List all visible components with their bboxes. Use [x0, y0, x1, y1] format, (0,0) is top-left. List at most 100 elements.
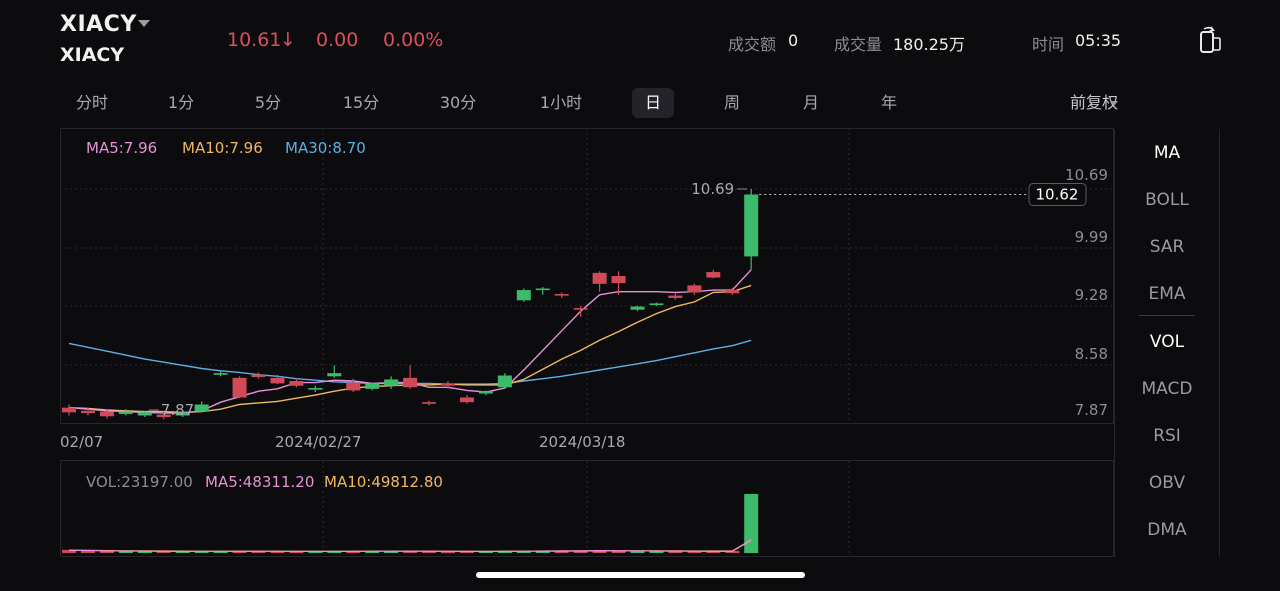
y-tick-label: 10.69	[1065, 166, 1108, 184]
price-change-pct: 0.00%	[383, 29, 444, 51]
indicator-sar[interactable]: SAR	[1115, 237, 1219, 257]
volume-value: 180.25万	[893, 35, 965, 54]
candle-body	[308, 388, 323, 390]
indicator-divider	[1139, 315, 1195, 316]
indicator-vol[interactable]: VOL	[1115, 332, 1219, 352]
candle-body	[630, 306, 645, 310]
tab-1min[interactable]: 1分	[156, 88, 206, 118]
candle	[365, 382, 380, 391]
x-tick-label: 02/07	[60, 433, 103, 451]
chart-grid	[60, 128, 1114, 557]
indicator-ma[interactable]: MA	[1115, 143, 1219, 163]
price-change: 0.00	[316, 29, 359, 51]
tab-15min[interactable]: 15分	[331, 88, 391, 118]
indicator-obv[interactable]: OBV	[1115, 473, 1219, 493]
candle-body	[441, 383, 455, 386]
time-value: 05:35	[1075, 31, 1122, 50]
tab-timeshare[interactable]: 分时	[62, 88, 122, 118]
candle-body	[270, 377, 285, 384]
candle	[630, 305, 645, 312]
candle-body	[365, 383, 380, 389]
candles	[62, 189, 759, 420]
legend-ma5: MA5:7.96	[86, 139, 157, 157]
candle-body	[497, 375, 512, 388]
tab-year[interactable]: 年	[868, 88, 910, 118]
ma10-line	[68, 284, 752, 414]
candle-body	[213, 373, 228, 375]
volume-bar	[744, 494, 759, 553]
y-tick-label: 7.87	[1075, 401, 1108, 419]
candle	[744, 189, 759, 270]
indicator-macd[interactable]: MACD	[1115, 379, 1219, 399]
indicator-boll[interactable]: BOLL	[1115, 190, 1219, 210]
tab-30min[interactable]: 30分	[426, 88, 490, 118]
candle	[403, 365, 418, 389]
candle-body	[573, 308, 588, 310]
indicator-dma[interactable]: DMA	[1115, 520, 1219, 540]
candle-body	[478, 391, 493, 394]
candle	[649, 302, 664, 306]
indicator-panel: MA BOLL SAR EMA VOL MACD RSI OBV DMA	[1114, 129, 1220, 557]
candle	[194, 401, 209, 413]
legend-ma10: MA10:7.96	[182, 139, 263, 157]
candle-body	[118, 411, 133, 414]
candle	[687, 283, 702, 295]
volume-bar	[630, 551, 645, 553]
indicator-ema[interactable]: EMA	[1115, 284, 1219, 304]
tab-week[interactable]: 周	[711, 88, 753, 118]
candle-body	[194, 404, 209, 412]
candle-body	[516, 290, 531, 301]
tab-5min[interactable]: 5分	[243, 88, 293, 118]
adjust-dropdown-icon[interactable]	[1110, 101, 1118, 106]
turnover-label: 成交额	[728, 35, 777, 54]
candle-body	[403, 377, 418, 388]
x-tick-label: 2024/02/27	[275, 433, 361, 451]
candle-body	[327, 373, 342, 377]
candle	[706, 269, 721, 279]
candle	[327, 365, 342, 378]
candle	[592, 271, 607, 292]
candle-body	[725, 290, 740, 294]
candle-body	[346, 382, 361, 391]
candle	[725, 287, 740, 295]
tab-month[interactable]: 月	[790, 88, 832, 118]
ticker-symbol[interactable]: XIACY	[60, 12, 137, 37]
candle-body	[422, 402, 437, 404]
ma-lines	[68, 269, 752, 414]
volume-bars	[62, 494, 759, 554]
tab-day[interactable]: 日	[632, 88, 674, 118]
candle-body	[535, 288, 550, 291]
candle-body	[384, 379, 399, 386]
y-tick-label: 9.28	[1075, 286, 1108, 304]
legend-vol-ma5: MA5:48311.20	[205, 473, 314, 491]
candle-body	[459, 397, 474, 403]
legend-vol-ma10: MA10:49812.80	[324, 473, 443, 491]
ticker-name: XIACY	[60, 44, 125, 66]
tab-1hour[interactable]: 1小时	[526, 88, 596, 118]
candle	[497, 373, 512, 389]
symbol-dropdown-icon[interactable]	[138, 20, 150, 27]
candle	[422, 400, 437, 406]
vol_ma5-line	[68, 539, 752, 553]
home-indicator[interactable]	[476, 572, 805, 578]
candle-body	[232, 377, 247, 398]
kline-chart[interactable]: 10.69 9.99 9.28 8.58 7.87 02/07 2024/02/27 2024…	[60, 128, 1114, 560]
candle-body	[668, 295, 683, 298]
rotate-screen-icon[interactable]	[1196, 26, 1222, 54]
legend-ma30: MA30:8.70	[285, 139, 366, 157]
candle	[251, 372, 266, 379]
candle	[668, 293, 683, 300]
y-tick-label: 8.58	[1075, 345, 1108, 363]
y-tick-label: 9.99	[1075, 228, 1108, 246]
candle-body	[706, 272, 721, 278]
turnover-value: 0	[788, 31, 799, 50]
last-price: 10.61	[227, 29, 282, 51]
x-tick-label: 2024/03/18	[539, 433, 625, 451]
volume-label: 成交量	[834, 35, 883, 54]
ma5-line	[68, 269, 752, 414]
candle	[535, 286, 550, 295]
last-price-label: 10.62	[1036, 185, 1079, 203]
low-price-label: 7.87	[161, 401, 194, 419]
volume-ma-lines	[68, 539, 752, 553]
indicator-rsi[interactable]: RSI	[1115, 426, 1219, 446]
